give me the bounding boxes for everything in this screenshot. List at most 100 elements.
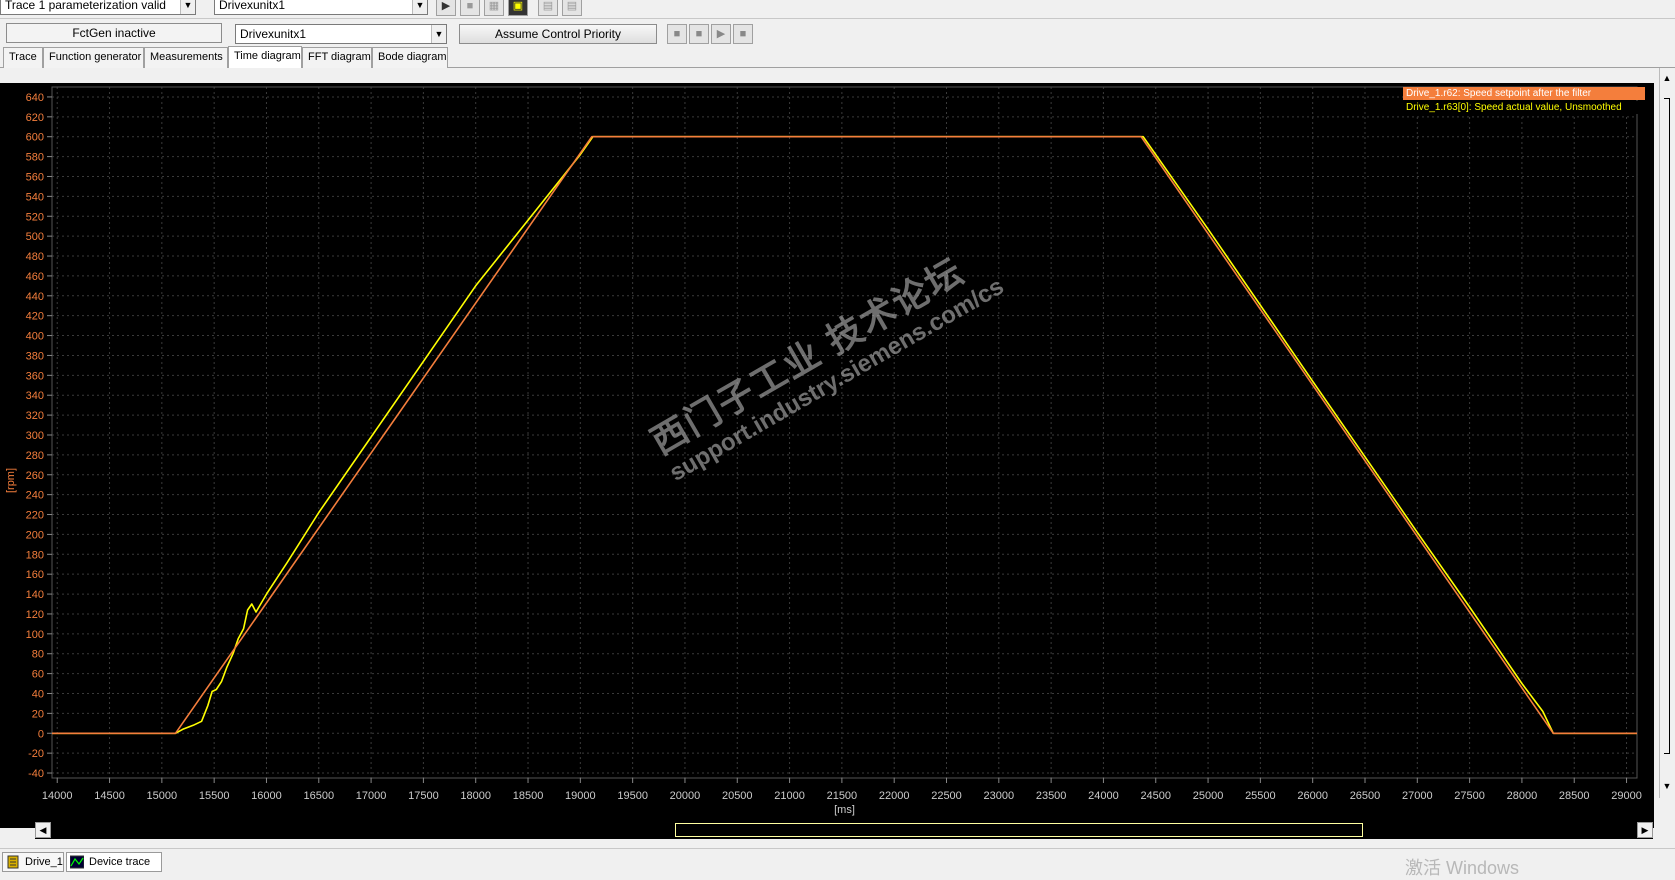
x-tick-label: 16500 <box>303 790 334 802</box>
y-tick-label: 40 <box>32 688 44 700</box>
y-tick-label: 100 <box>26 629 44 641</box>
fctgen-status: FctGen inactive <box>6 23 222 43</box>
tab-label: Measurements <box>150 51 223 63</box>
y-tick-label: 500 <box>26 231 44 243</box>
x-tick-label: 26000 <box>1297 790 1328 802</box>
y-tick-label: 60 <box>32 669 44 681</box>
x-tick-label: 23000 <box>984 790 1015 802</box>
scroll-left-icon[interactable]: ◀ <box>35 822 51 838</box>
y-tick-label: 320 <box>26 410 44 422</box>
scroll-right-icon[interactable]: ▶ <box>1637 822 1653 838</box>
y-tick-label: -40 <box>28 768 44 780</box>
status-bar: Drive_1 Device trace 激活 Windows <box>0 848 1675 878</box>
x-range-handle-top <box>675 823 1363 824</box>
load-icon[interactable]: ▤ <box>562 0 582 16</box>
x-tick-label: 20000 <box>670 790 701 802</box>
assume-control-button[interactable]: Assume Control Priority <box>459 24 657 44</box>
y-tick-label: 140 <box>26 589 44 601</box>
x-tick-label: 23500 <box>1036 790 1067 802</box>
x-tick-label: 22500 <box>931 790 962 802</box>
y-tick-label: 560 <box>26 171 44 183</box>
x-tick-label: 28500 <box>1559 790 1590 802</box>
y-tick-label: 220 <box>26 510 44 522</box>
x-tick-label: 21000 <box>774 790 805 802</box>
fg-stop-icon[interactable]: ■ <box>689 24 709 44</box>
chart-background <box>0 83 1654 828</box>
chevron-down-icon[interactable]: ▼ <box>180 0 195 14</box>
chevron-down-icon[interactable]: ▼ <box>431 25 446 43</box>
y-axis-label: [rpm] <box>5 468 17 493</box>
legend-label: Drive_1.r62: Speed setpoint after the fi… <box>1406 88 1592 99</box>
y-tick-label: 80 <box>32 649 44 661</box>
y-tick-label: 400 <box>26 331 44 343</box>
x-tick-label: 19500 <box>617 790 648 802</box>
y-tick-label: 440 <box>26 291 44 303</box>
drive-top-select[interactable]: Drivexunitx1 ▼ <box>214 0 428 15</box>
fg-start-icon[interactable]: ■ <box>667 24 687 44</box>
tab-measurements[interactable]: Measurements <box>144 47 228 68</box>
legend-label: Drive_1.r63[0]: Speed actual value, Unsm… <box>1406 102 1622 113</box>
y-tick-label: 240 <box>26 490 44 502</box>
drive-top-text: Drivexunitx1 <box>219 0 286 12</box>
status-tab-label: Device trace <box>89 856 151 868</box>
drive-select[interactable]: Drivexunitx1 ▼ <box>235 24 447 44</box>
x-tick-label: 29000 <box>1611 790 1642 802</box>
tab-label: Function generator <box>49 51 142 63</box>
y-tick-label: 260 <box>26 470 44 482</box>
trace-highlight-icon[interactable]: ▣ <box>508 0 528 16</box>
y-tick-label: 600 <box>26 132 44 144</box>
y-tick-label: 20 <box>32 708 44 720</box>
y-tick-label: 460 <box>26 271 44 283</box>
y-tick-label: 200 <box>26 529 44 541</box>
tab-time-diagram[interactable]: Time diagram <box>228 46 302 69</box>
x-tick-label: 21500 <box>827 790 858 802</box>
drive-icon <box>6 855 20 869</box>
tab-fft-diagram[interactable]: FFT diagram <box>302 47 372 68</box>
x-tick-label: 15000 <box>147 790 178 802</box>
tab-bode-diagram[interactable]: Bode diagram <box>372 47 448 68</box>
assume-control-label: Assume Control Priority <box>494 27 622 41</box>
y-tick-label: 420 <box>26 311 44 323</box>
y-tick-label: 180 <box>26 549 44 561</box>
x-tick-label: 28000 <box>1507 790 1538 802</box>
toolbar-separator <box>0 18 1675 19</box>
tab-label: FFT diagram <box>308 51 371 63</box>
x-tick-label: 14500 <box>94 790 125 802</box>
status-tab-device-trace[interactable]: Device trace <box>66 852 162 872</box>
y-tick-label: 360 <box>26 370 44 382</box>
stop-trace-button[interactable]: ■ <box>460 0 480 16</box>
y-tick-label: 580 <box>26 152 44 164</box>
x-tick-label: 25000 <box>1193 790 1224 802</box>
tab-trace[interactable]: Trace <box>3 47 43 68</box>
trace-status-select[interactable]: Trace 1 parameterization valid ▼ <box>0 0 196 15</box>
x-range-handle[interactable] <box>675 823 1363 837</box>
tab-function-generator[interactable]: Function generator <box>43 47 144 68</box>
y-tick-label: 280 <box>26 450 44 462</box>
y-scroll-down-icon[interactable]: ▼ <box>1661 780 1673 792</box>
chevron-down-icon[interactable]: ▼ <box>412 0 427 14</box>
y-tick-label: 120 <box>26 609 44 621</box>
start-trace-button[interactable]: ▶ <box>436 0 456 16</box>
time-diagram-chart: 14000 14500 15000 15500 16000 16500 17000 17500… <box>0 83 1654 828</box>
x-tick-label: 24500 <box>1140 790 1171 802</box>
x-tick-label: 25500 <box>1245 790 1276 802</box>
fg-play-icon[interactable]: ▶ <box>711 24 731 44</box>
y-tick-label: 380 <box>26 350 44 362</box>
drive-select-text: Drivexunitx1 <box>240 27 307 41</box>
status-tab-label: Drive_1 <box>25 856 63 868</box>
status-tab-drive[interactable]: Drive_1 <box>2 852 64 872</box>
fg-record-icon[interactable]: ■ <box>733 24 753 44</box>
x-tick-label: 18500 <box>513 790 544 802</box>
os-activation-overlay: 激活 Windows <box>1405 858 1520 878</box>
x-tick-label: 17500 <box>408 790 439 802</box>
fctgen-status-text: FctGen inactive <box>72 26 156 40</box>
y-tick-label: -20 <box>28 748 44 760</box>
save-icon[interactable]: ▤ <box>538 0 558 16</box>
trace-config-icon[interactable]: ▦ <box>484 0 504 16</box>
x-tick-label: 18000 <box>460 790 491 802</box>
y-range-handle[interactable] <box>1664 98 1670 754</box>
y-tick-label: 620 <box>26 112 44 124</box>
y-scroll-up-icon[interactable]: ▲ <box>1661 72 1673 84</box>
y-tick-label: 640 <box>26 92 44 104</box>
y-tick-label: 300 <box>26 430 44 442</box>
